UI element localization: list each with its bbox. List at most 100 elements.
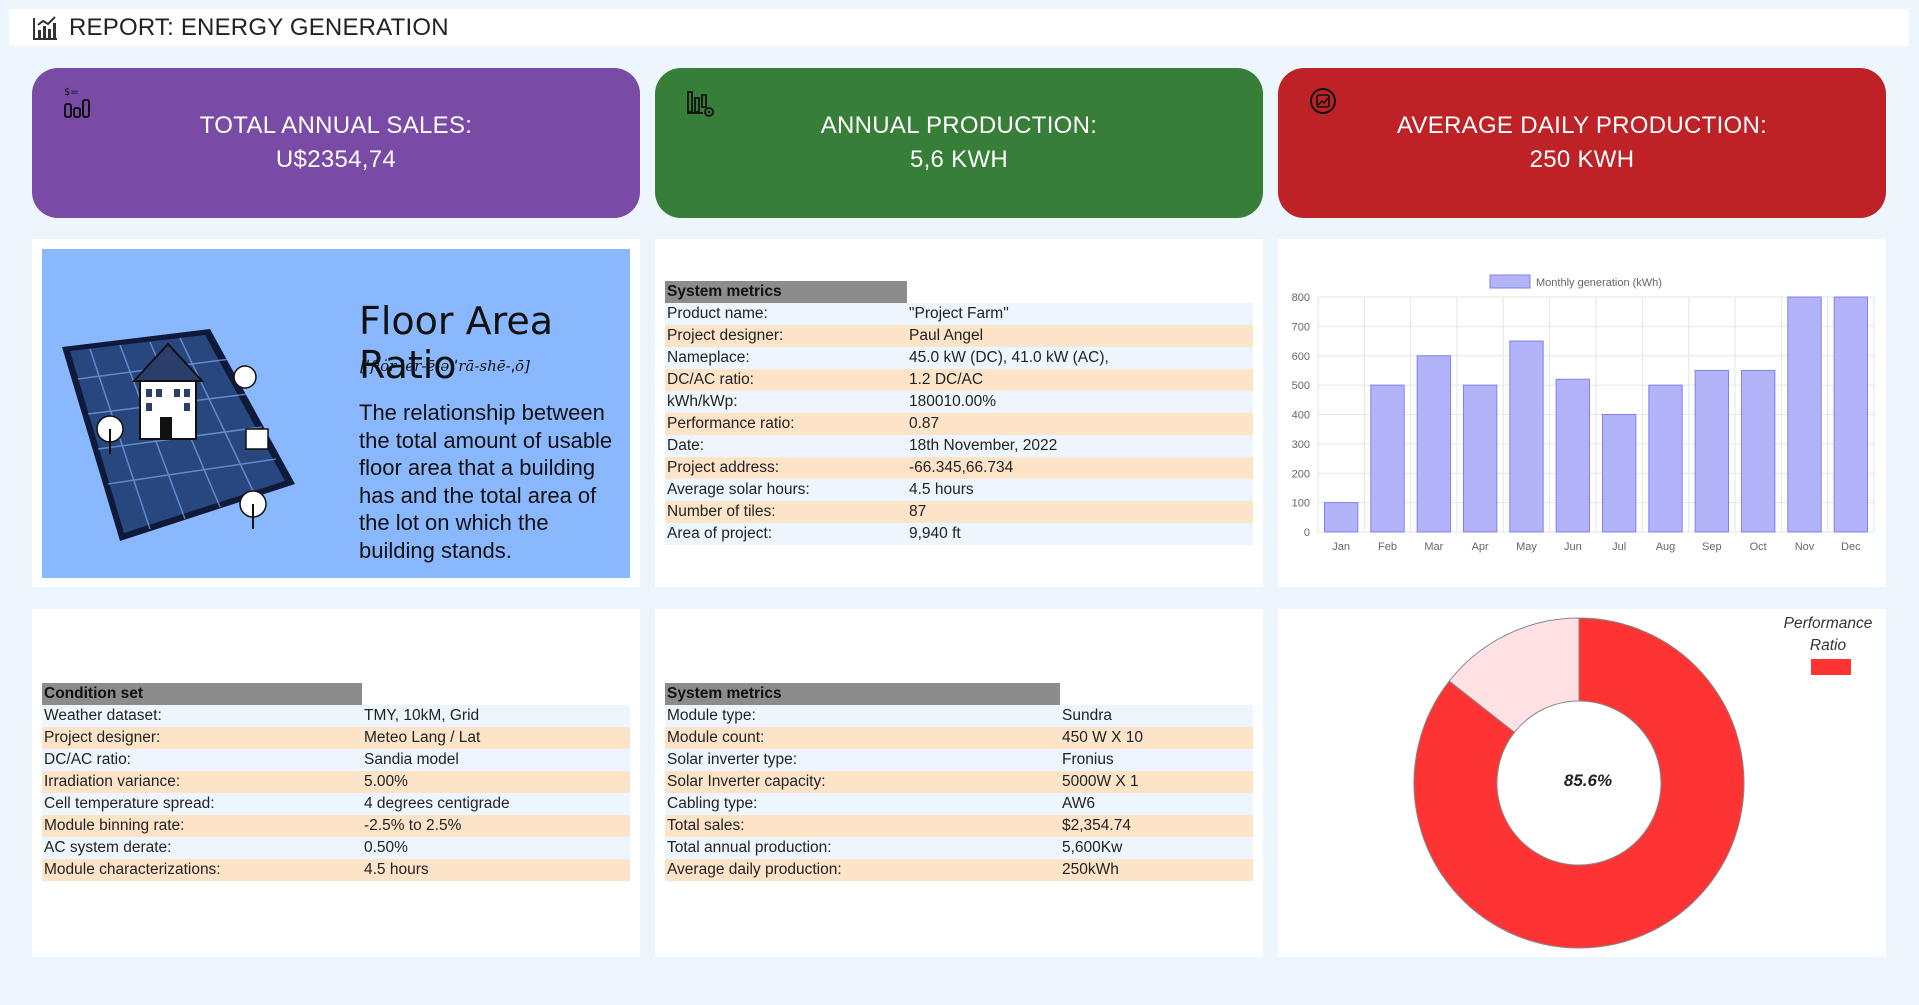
- table-row: Irradiation variance: 5.00%: [42, 771, 630, 793]
- system-metrics-table-2: System metrics Module type: Sundra Module c…: [665, 683, 1253, 881]
- y-tick-label: 100: [1292, 498, 1310, 510]
- row-value: $2,354.74: [1060, 815, 1253, 837]
- table-header-row: Condition set: [42, 683, 630, 705]
- system-metrics-card: System metrics Product name: "Project Farm…: [655, 239, 1263, 587]
- table-row: Module characterizations: 4.5 hours: [42, 859, 630, 881]
- row-label: Project designer:: [42, 727, 362, 749]
- row-value: Fronius: [1060, 749, 1253, 771]
- table-row: Cabling type: AW6: [665, 793, 1253, 815]
- row-label: Date:: [665, 435, 907, 457]
- x-tick-label: Oct: [1750, 541, 1767, 553]
- floor-area-ratio-card: Floor Area Ratio [ˈflȯr ˈer-ē-ə ˈrā-shē-…: [32, 239, 640, 587]
- kpi-value: U$2354,74: [275, 146, 397, 173]
- row-value: 0.50%: [362, 837, 630, 859]
- x-tick-label: Apr: [1472, 541, 1489, 553]
- table-header-row: System metrics: [665, 281, 1253, 303]
- table-row: Solar inverter type: Fronius: [665, 749, 1253, 771]
- row-value: Sandia model: [362, 749, 630, 771]
- y-tick-label: 700: [1292, 321, 1310, 333]
- x-tick-label: May: [1516, 541, 1537, 553]
- row-value: 0.87: [907, 413, 1253, 435]
- row-value: 1.2 DC/AC: [907, 369, 1253, 391]
- pie-legend-swatch[interactable]: [1811, 659, 1851, 675]
- chart-icon: [31, 14, 59, 42]
- row-label: Performance ratio:: [665, 413, 907, 435]
- kpi-label: ANNUAL PRODUCTION:: [820, 112, 1098, 139]
- row-value: 5000W X 1: [1060, 771, 1253, 793]
- table-row: Cell temperature spread: 4 degrees centig…: [42, 793, 630, 815]
- table-row: Module binning rate: -2.5% to 2.5%: [42, 815, 630, 837]
- kpi-label: TOTAL ANNUAL SALES:: [199, 112, 473, 139]
- far-description: The relationship between the total amoun…: [359, 400, 613, 563]
- y-tick-label: 300: [1292, 439, 1310, 451]
- table-header-spacer: [362, 683, 630, 705]
- y-tick-label: 800: [1292, 292, 1310, 304]
- kpi-average-daily-production: AVERAGE DAILY PRODUCTION: 250 KWH: [1278, 68, 1886, 218]
- row-label: Number of tiles:: [665, 501, 907, 523]
- y-tick-label: 500: [1292, 380, 1310, 392]
- monthly-generation-chart-card: 0 100 200 300 400 500 600 700 800 Jan Feb Mar Apr May…: [1278, 239, 1886, 587]
- row-label: kWh/kWp:: [665, 391, 907, 413]
- condition-set-card: Condition set Weather dataset: TMY, 10kM, …: [32, 609, 640, 957]
- floor-area-ratio-panel: Floor Area Ratio [ˈflȯr ˈer-ē-ə ˈrā-shē-…: [42, 249, 630, 578]
- system-metrics-card-2: System metrics Module type: Sundra Module c…: [655, 609, 1263, 957]
- x-tick-label: Nov: [1795, 541, 1815, 553]
- row-label: DC/AC ratio:: [42, 749, 362, 771]
- row-value: AW6: [1060, 793, 1253, 815]
- row-label: Average daily production:: [665, 859, 1060, 881]
- performance-ratio-chart-card: Performance Ratio 85.6%: [1278, 609, 1886, 957]
- table-row: Average solar hours: 4.5 hours: [665, 479, 1253, 501]
- row-label: DC/AC ratio:: [665, 369, 907, 391]
- table-row: Project designer: Meteo Lang / Lat: [42, 727, 630, 749]
- pie-legend-label[interactable]: Performance Ratio: [1778, 613, 1878, 657]
- row-value: TMY, 10kM, Grid: [362, 705, 630, 727]
- bar-aug: [1648, 384, 1683, 533]
- table-header: System metrics: [665, 281, 907, 303]
- row-value: 4.5 hours: [362, 859, 630, 881]
- row-label: Cell temperature spread:: [42, 793, 362, 815]
- row-value: 9,940 ft: [907, 523, 1253, 545]
- row-value: Meteo Lang / Lat: [362, 727, 630, 749]
- table-row: Total sales: $2,354.74: [665, 815, 1253, 837]
- y-tick-label: 200: [1292, 468, 1310, 480]
- bar-feb: [1370, 384, 1405, 533]
- kpi-value: 250 KWH: [1529, 146, 1635, 173]
- table-header: System metrics: [665, 683, 1060, 705]
- table-row: Number of tiles: 87: [665, 501, 1253, 523]
- table-row: Nameplace: 45.0 kW (DC), 41.0 kW (AC),: [665, 347, 1253, 369]
- y-tick-label: 600: [1292, 351, 1310, 363]
- table-row: DC/AC ratio: 1.2 DC/AC: [665, 369, 1253, 391]
- condition-set-table: Condition set Weather dataset: TMY, 10kM, …: [42, 683, 630, 881]
- table-row: AC system derate: 0.50%: [42, 837, 630, 859]
- bar-mar: [1416, 355, 1452, 533]
- table-row: kWh/kWp: 180010.00%: [665, 391, 1253, 413]
- y-tick-label: 0: [1304, 527, 1310, 539]
- table-row: Area of project: 9,940 ft: [665, 523, 1253, 545]
- table-row: Date: 18th November, 2022: [665, 435, 1253, 457]
- table-row: DC/AC ratio: Sandia model: [42, 749, 630, 771]
- table-row: Module count: 450 W X 10: [665, 727, 1253, 749]
- svg-text:$=: $=: [64, 87, 79, 98]
- row-label: Solar inverter type:: [665, 749, 1060, 771]
- bar-sep: [1694, 369, 1730, 533]
- table-header-spacer: [1060, 683, 1253, 705]
- bar-oct: [1740, 369, 1776, 533]
- kpi-label: AVERAGE DAILY PRODUCTION:: [1396, 112, 1768, 139]
- system-metrics-table: System metrics Product name: "Project Farm…: [665, 281, 1253, 545]
- row-label: Area of project:: [665, 523, 907, 545]
- x-tick-label: Dec: [1841, 541, 1861, 553]
- row-label: Weather dataset:: [42, 705, 362, 727]
- table-row: Average daily production: 250kWh: [665, 859, 1253, 881]
- row-label: Total annual production:: [665, 837, 1060, 859]
- x-tick-label: Sep: [1702, 541, 1722, 553]
- row-value: 250kWh: [1060, 859, 1253, 881]
- row-label: Project address:: [665, 457, 907, 479]
- bar-apr: [1462, 384, 1498, 533]
- house-lot-illustration: [50, 309, 340, 549]
- row-label: Average solar hours:: [665, 479, 907, 501]
- y-tick-label: 400: [1292, 410, 1310, 422]
- kpi-value: 5,6 KWH: [909, 146, 1009, 173]
- bar-may: [1509, 340, 1544, 533]
- table-row: Weather dataset: TMY, 10kM, Grid: [42, 705, 630, 727]
- row-value: 4.5 hours: [907, 479, 1253, 501]
